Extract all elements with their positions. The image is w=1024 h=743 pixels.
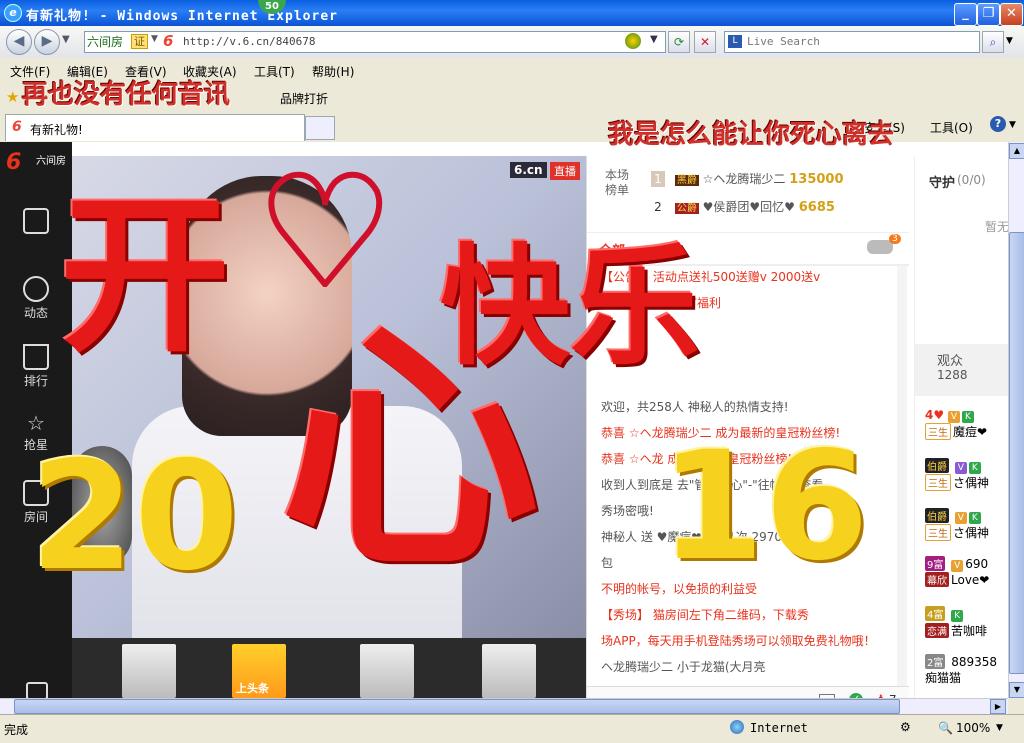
heart-decoration-icon: ♥	[255, 146, 396, 320]
title-bar: e 有新礼物! - Windows Internet Explorer 50 _…	[0, 0, 1024, 26]
new-tab-button[interactable]	[305, 116, 335, 140]
search-input[interactable]: L Live Search	[724, 31, 980, 53]
audience-user-row[interactable]: 4富 K 恋满 苦咖啡	[925, 606, 987, 639]
overlay-text-top-left: 再也没有任何音讯	[22, 80, 231, 110]
overlay-big-left: 开	[60, 178, 231, 376]
history-dropdown-icon[interactable]: ▼	[62, 34, 70, 45]
site-favicon-icon: 6	[163, 32, 174, 50]
rank-title[interactable]: 本场 榜单	[605, 168, 629, 198]
thumbnail-item[interactable]	[122, 644, 176, 698]
site-logo-text: 六间房	[36, 156, 66, 167]
protected-mode-icon[interactable]: ⚙	[900, 720, 911, 734]
audience-user-row[interactable]: 伯爵 VK 三生 さ偶神	[925, 508, 989, 541]
cert-dropdown-icon[interactable]: ▼	[151, 34, 158, 44]
guard-title: 守护	[929, 176, 956, 191]
guard-panel: 守护 (0/0) 暂无 观众 1288 4♥ VK 三生 魔痘❤ 伯爵 VK 三生…	[914, 156, 1008, 698]
rank-row[interactable]: 1 黑爵 ☆ヘ龙腾瑞少二 135000	[651, 170, 844, 187]
audience-user-row[interactable]: 4♥ VK 三生 魔痘❤	[925, 408, 987, 440]
status-text: 完成	[4, 723, 29, 737]
favorites-link[interactable]: 品牌打折	[280, 90, 328, 107]
audience-user-row[interactable]: 9富 V 690 幕欣 Love❤	[925, 556, 989, 587]
scroll-up-button[interactable]: ▲	[1009, 143, 1024, 159]
help-dropdown-icon[interactable]: ▼	[1009, 120, 1016, 130]
live-search-icon: L	[728, 35, 742, 48]
crown-icon	[23, 344, 49, 370]
tools-menu[interactable]: 工具(O)	[930, 119, 973, 136]
tab-title: 有新礼物!	[30, 123, 83, 137]
brand-label: 6.cn	[510, 162, 547, 178]
audience-header[interactable]: 观众 1288	[915, 344, 1008, 396]
chat-message: 包	[601, 556, 614, 570]
compat-icon[interactable]	[625, 33, 641, 49]
site-tag: 六间房	[87, 35, 124, 49]
chat-message: 场APP，每天用手机登陆秀场可以领取免费礼物哦！	[601, 634, 876, 648]
search-button[interactable]: ⌕	[982, 31, 1004, 53]
zoom-level[interactable]: 100%	[956, 721, 990, 735]
thumbnail-toutiao[interactable]: 上头条	[232, 644, 286, 698]
chat-message: 欢迎，共258人 神秘人的热情支持!	[601, 400, 789, 414]
page-content: 6 六间房 动态 排行 ☆ 抢星 房间 6.cn 直播 上头条 本场 榜单 1 …	[0, 142, 1008, 698]
search-options-icon[interactable]: ▼	[1006, 36, 1013, 46]
audience-user-row[interactable]: 2富 889358 痴猫猫	[925, 654, 997, 686]
tab-favicon-icon: 6	[12, 119, 22, 135]
car-count-badge: 3	[889, 234, 901, 244]
horizontal-scroll-thumb[interactable]	[14, 699, 900, 714]
security-zone: Internet	[750, 721, 808, 735]
help-icon[interactable]: ?	[990, 116, 1006, 132]
guard-empty: 暂无	[985, 220, 1008, 234]
chat-scrollbar[interactable]	[897, 266, 907, 686]
dynamic-icon	[23, 276, 49, 302]
address-dropdown-icon[interactable]: ▼	[650, 34, 658, 45]
vertical-scroll-thumb[interactable]	[1009, 232, 1024, 674]
stop-button[interactable]: ✕	[694, 31, 716, 53]
search-placeholder: Live Search	[747, 35, 820, 48]
tab-current[interactable]: 6 有新礼物!	[5, 114, 305, 141]
address-field[interactable]: 六间房 证 ▼ 6 http://v.6.cn/840678 ▼	[84, 31, 666, 53]
thumbnail-strip: 上头条	[72, 638, 586, 698]
refresh-button[interactable]: ⟳	[668, 31, 690, 53]
overlay-year-left: 20	[30, 430, 239, 604]
minimize-button[interactable]: _	[954, 3, 977, 26]
scroll-down-button[interactable]: ▼	[1009, 682, 1024, 698]
chat-footer: ✓ ♟ 7	[587, 686, 909, 698]
restore-button[interactable]: ❐	[977, 3, 1000, 26]
url-text[interactable]: http://v.6.cn/840678	[183, 35, 315, 48]
chat-message: 【秀场】 猫房间左下角二维码，下载秀	[601, 608, 809, 622]
site-logo-icon[interactable]: 6	[6, 150, 21, 175]
favorites-star-icon[interactable]: ★	[6, 88, 19, 106]
thumbnail-item[interactable]	[360, 644, 414, 698]
rank-panel: 本场 榜单 1 黑爵 ☆ヘ龙腾瑞少二 135000 2 公爵 ♥侯爵团♥回忆♥ …	[587, 156, 909, 233]
rank-row[interactable]: 2 公爵 ♥侯爵团♥回忆♥ 6685	[651, 198, 835, 215]
status-bar: 完成 Internet ⚙ 🔍 100% ▼	[0, 714, 1024, 743]
overlay-big-center: 心	[280, 301, 540, 603]
forward-button[interactable]: ▶	[34, 29, 60, 55]
tv-icon	[23, 208, 49, 234]
globe-icon	[730, 720, 744, 734]
window-title: 有新礼物! - Windows Internet Explorer	[26, 9, 338, 24]
guard-count: (0/0)	[957, 173, 986, 187]
chat-message: 秀场密哦!	[601, 504, 654, 518]
audience-user-row[interactable]: 伯爵 VK 三生 さ偶神	[925, 458, 989, 491]
menu-help[interactable]: 帮助(H)	[312, 63, 354, 80]
overlay-year-right: 16	[660, 420, 869, 594]
phone-icon[interactable]	[26, 682, 48, 698]
certificate-badge[interactable]: 证	[131, 34, 148, 49]
zoom-dropdown-icon[interactable]: ▼	[996, 723, 1003, 733]
zoom-icon[interactable]: 🔍	[938, 721, 953, 735]
back-button[interactable]: ◀	[6, 29, 32, 55]
menu-tools[interactable]: 工具(T)	[254, 63, 295, 80]
thumbnail-item[interactable]	[482, 644, 536, 698]
scroll-right-button[interactable]: ▶	[990, 699, 1006, 714]
ie-logo-icon: e	[4, 4, 22, 22]
overlay-text-top-right: 我是怎么能让你死心离去	[608, 120, 895, 150]
live-badge: 直播	[550, 162, 580, 180]
close-button[interactable]: ✕	[1000, 3, 1023, 26]
chat-message: ヘ龙腾瑞少二 小于龙猫(大月亮	[601, 660, 766, 674]
